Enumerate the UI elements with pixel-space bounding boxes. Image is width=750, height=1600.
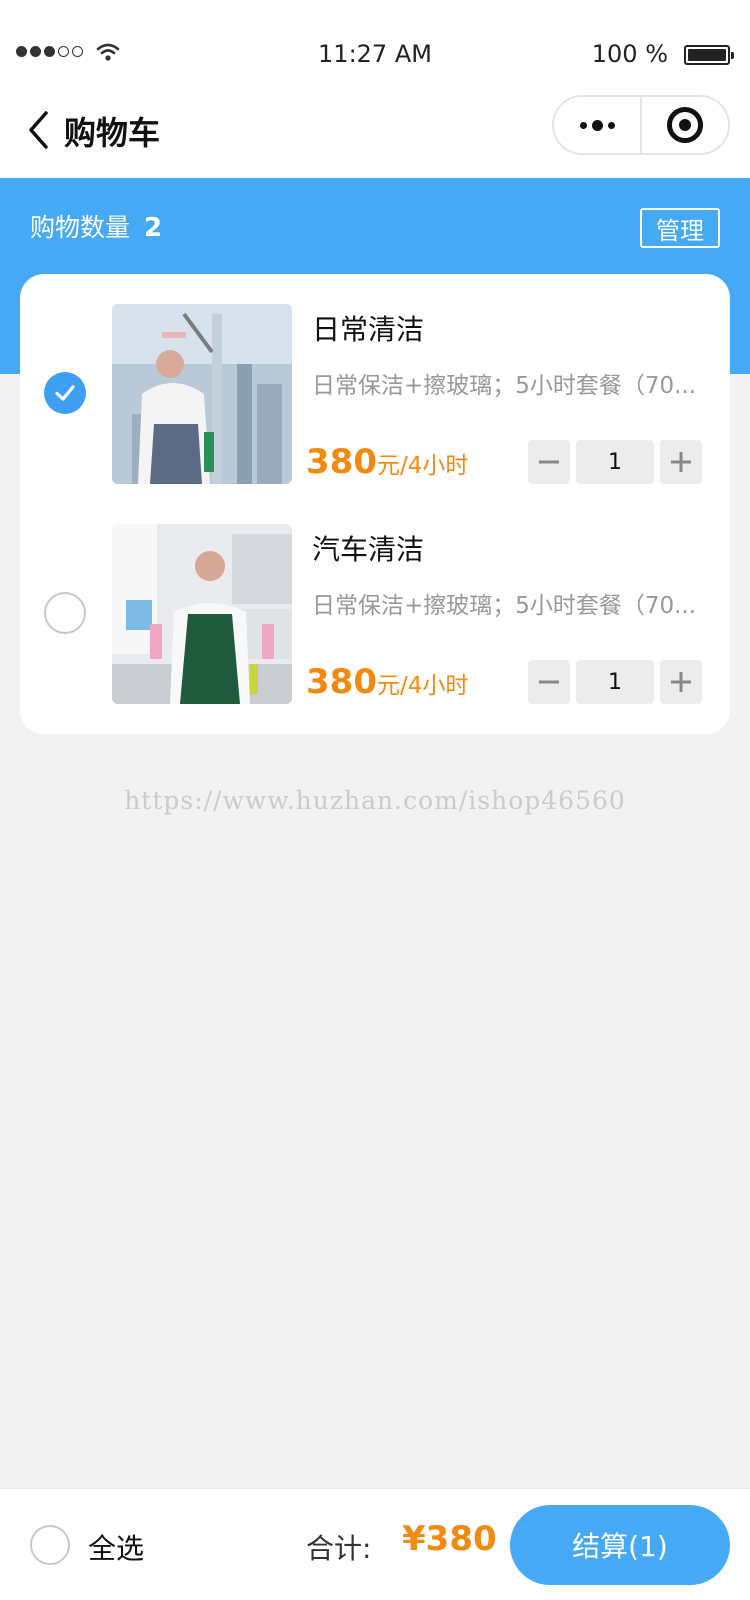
plus-icon [671, 672, 691, 692]
cart-item: 汽车清洁 日常保洁+擦玻璃；5小时套餐（70... 380元/4小时 1 [20, 494, 730, 714]
close-target-icon[interactable] [642, 107, 728, 143]
mini-program-capsule [552, 95, 730, 155]
cart-count: 购物数量 2 [30, 208, 162, 244]
decrease-button[interactable] [528, 440, 570, 484]
checkout-button[interactable]: 结算(1) [510, 1505, 730, 1585]
item-price-unit: 元/4小时 [376, 673, 469, 699]
minus-icon [539, 460, 559, 464]
increase-button[interactable] [660, 440, 702, 484]
nav-bar: 购物车 [0, 90, 750, 178]
more-menu-icon[interactable] [554, 97, 642, 153]
status-bar: 11:27 AM 100 % [0, 0, 750, 90]
back-icon[interactable] [26, 110, 52, 150]
increase-button[interactable] [660, 660, 702, 704]
item-title: 日常清洁 [312, 313, 425, 346]
item-price-unit: 元/4小时 [376, 453, 469, 479]
quantity-stepper: 1 [528, 440, 702, 484]
manage-button[interactable]: 管理 [640, 208, 720, 248]
item-image[interactable] [112, 524, 292, 704]
battery-icon [684, 45, 734, 65]
checkout-bar: 全选 合计: ¥380 结算(1) [0, 1488, 750, 1600]
watermark-text: https://www.huzhan.com/ishop46560 [124, 786, 626, 815]
battery-percent: 100 % [591, 40, 668, 68]
page-title: 购物车 [64, 114, 161, 152]
quantity-input[interactable]: 1 [576, 440, 654, 484]
cart-item: 日常清洁 日常保洁+擦玻璃；5小时套餐（70... 380元/4小时 1 [20, 274, 730, 494]
item-checkbox-checked[interactable] [44, 372, 86, 414]
cart-count-value: 2 [144, 213, 163, 243]
item-image[interactable] [112, 304, 292, 484]
item-price-value: 380 [306, 442, 377, 482]
item-price: 380元/4小时 [306, 442, 468, 482]
checkmark-icon [55, 385, 75, 401]
quantity-stepper: 1 [528, 660, 702, 704]
item-description: 日常保洁+擦玻璃；5小时套餐（70... [312, 373, 697, 399]
item-title: 汽车清洁 [312, 533, 425, 566]
quantity-input[interactable]: 1 [576, 660, 654, 704]
minus-icon [539, 680, 559, 684]
total-value: ¥380 [402, 1519, 497, 1559]
plus-icon [671, 452, 691, 472]
item-description: 日常保洁+擦玻璃；5小时套餐（70... [312, 593, 697, 619]
cart-list: 日常清洁 日常保洁+擦玻璃；5小时套餐（70... 380元/4小时 1 汽车清… [20, 274, 730, 734]
select-all-checkbox[interactable] [30, 1525, 70, 1565]
total-label: 合计: [306, 1532, 372, 1565]
cart-count-label: 购物数量 [30, 213, 131, 242]
decrease-button[interactable] [528, 660, 570, 704]
select-all-label[interactable]: 全选 [88, 1527, 144, 1567]
item-price-value: 380 [306, 662, 377, 702]
item-checkbox-unchecked[interactable] [44, 592, 86, 634]
item-price: 380元/4小时 [306, 662, 468, 702]
